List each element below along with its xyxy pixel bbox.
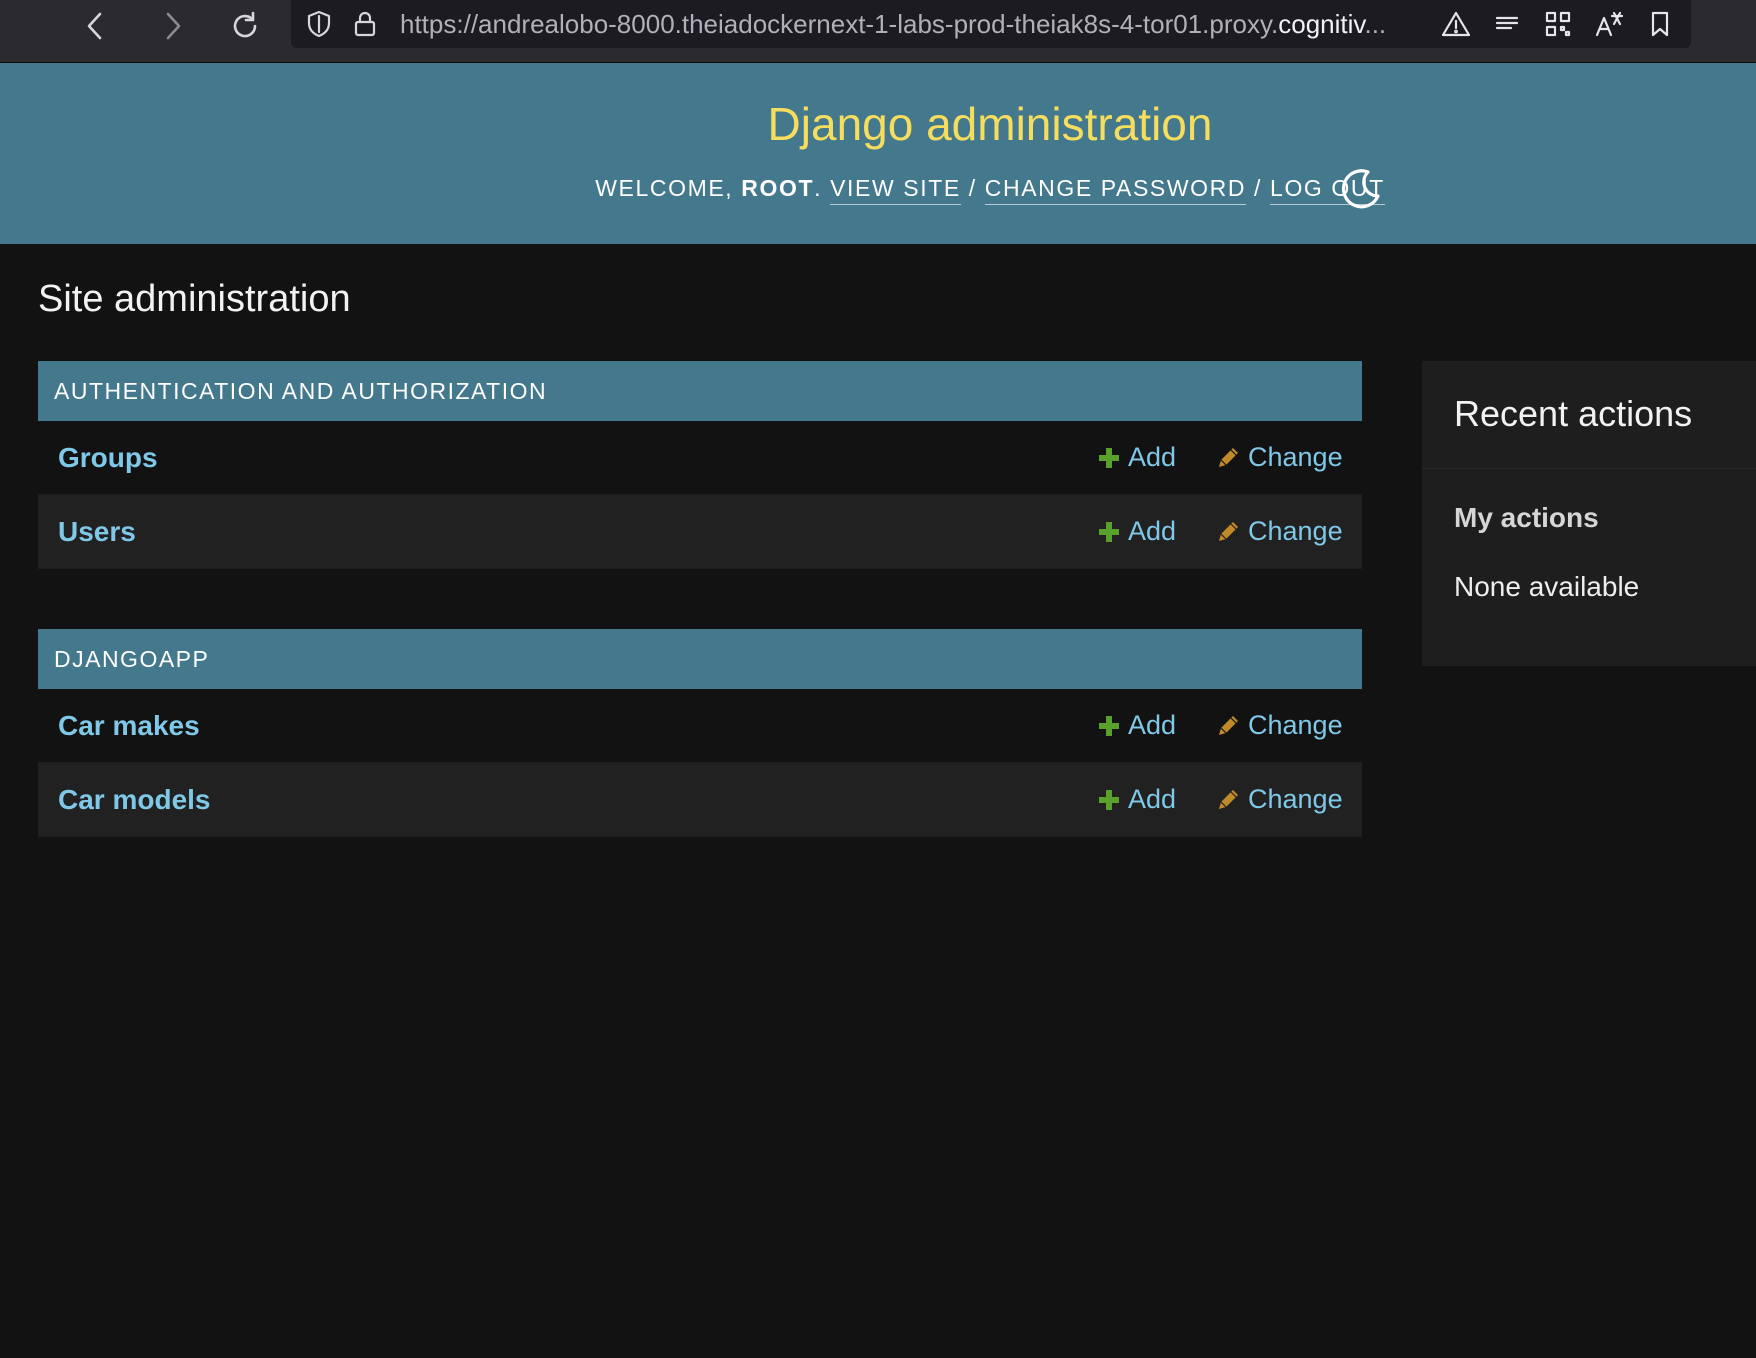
url-text[interactable]: https://andrealobo-8000.theiadockernext-… <box>400 8 1386 40</box>
change-users-button[interactable]: Change <box>1216 516 1343 547</box>
qr-code-icon[interactable] <box>1541 7 1575 41</box>
plus-icon <box>1099 447 1119 468</box>
forward-icon[interactable] <box>152 6 192 46</box>
pencil-icon <box>1219 447 1238 467</box>
pencil-icon <box>1219 521 1238 541</box>
user-tools: WELCOME, ROOT. VIEW SITE / CHANGE PASSWO… <box>0 175 1756 205</box>
translate-icon[interactable] <box>1592 7 1626 41</box>
separator: / <box>1246 175 1271 201</box>
separator: / <box>960 175 985 201</box>
model-row-users: Users Add Change <box>38 495 1362 569</box>
welcome-text: WELCOME, <box>595 175 742 201</box>
change-car-models-button[interactable]: Change <box>1216 784 1343 815</box>
shield-icon[interactable] <box>303 8 335 40</box>
browser-toolbar: https://andrealobo-8000.theiadockernext-… <box>0 0 1756 63</box>
pencil-icon <box>1219 789 1238 809</box>
module-caption[interactable]: DJANGOAPP <box>38 629 1362 689</box>
reload-icon[interactable] <box>225 6 265 46</box>
model-row-groups: Groups Add Change <box>38 421 1362 495</box>
warning-icon[interactable] <box>1439 7 1473 41</box>
app-module-auth: AUTHENTICATION AND AUTHORIZATION Groups … <box>38 361 1362 569</box>
change-groups-button[interactable]: Change <box>1216 442 1343 473</box>
divider <box>1422 468 1756 469</box>
recent-actions-title: Recent actions <box>1454 393 1693 434</box>
model-link-car-makes[interactable]: Car makes <box>58 710 200 742</box>
model-link-groups[interactable]: Groups <box>58 442 158 474</box>
pencil-icon <box>1219 715 1238 735</box>
page-title: Site administration <box>38 278 351 320</box>
add-car-models-button[interactable]: Add <box>1098 784 1176 815</box>
recent-actions-panel: Recent actions My actions None available <box>1422 361 1756 666</box>
add-users-button[interactable]: Add <box>1098 516 1176 547</box>
add-groups-button[interactable]: Add <box>1098 442 1176 473</box>
change-car-makes-button[interactable]: Change <box>1216 710 1343 741</box>
none-available-text: None available <box>1454 571 1640 602</box>
username: ROOT <box>741 175 815 201</box>
plus-icon <box>1099 789 1119 810</box>
site-header: Django administration WELCOME, ROOT. VIE… <box>0 63 1756 244</box>
view-site-link[interactable]: VIEW SITE <box>830 175 961 205</box>
lock-icon[interactable] <box>349 8 381 40</box>
module-caption[interactable]: AUTHENTICATION AND AUTHORIZATION <box>38 361 1362 421</box>
my-actions-heading: My actions <box>1454 502 1599 533</box>
model-link-car-models[interactable]: Car models <box>58 784 211 816</box>
app-module-djangoapp: DJANGOAPP Car makes Add Change Car model… <box>38 629 1362 837</box>
back-icon[interactable] <box>76 6 116 46</box>
plus-icon <box>1099 715 1119 736</box>
model-row-car-models: Car models Add Change <box>38 763 1362 837</box>
model-link-users[interactable]: Users <box>58 516 136 548</box>
moon-icon[interactable] <box>1338 166 1384 212</box>
model-row-car-makes: Car makes Add Change <box>38 689 1362 763</box>
address-bar[interactable]: https://andrealobo-8000.theiadockernext-… <box>291 0 1691 48</box>
welcome-period: . <box>814 175 831 201</box>
change-password-link[interactable]: CHANGE PASSWORD <box>984 175 1247 205</box>
bookmark-icon[interactable] <box>1643 7 1677 41</box>
plus-icon <box>1099 521 1119 542</box>
add-car-makes-button[interactable]: Add <box>1098 710 1176 741</box>
site-branding[interactable]: Django administration <box>0 97 1756 151</box>
reader-view-icon[interactable] <box>1490 7 1524 41</box>
